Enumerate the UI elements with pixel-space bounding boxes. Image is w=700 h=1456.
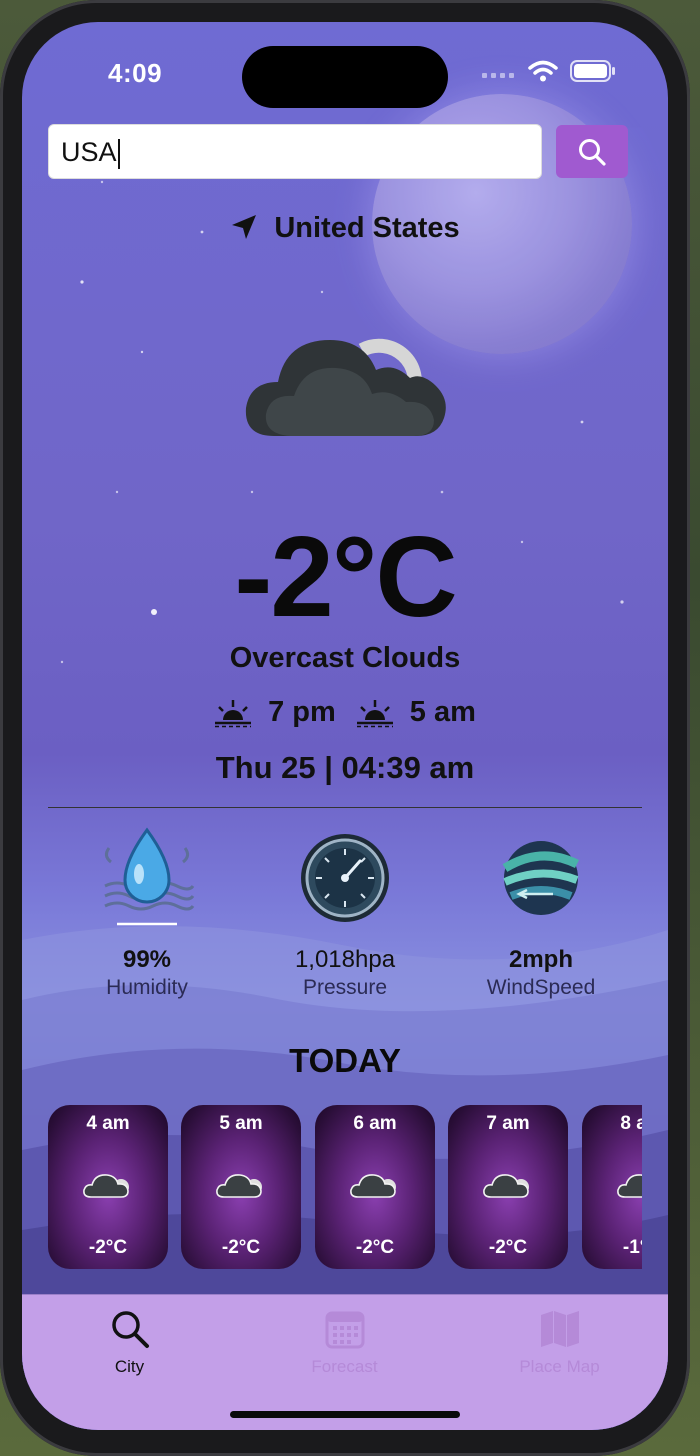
date-time: Thu 25 | 04:39 am <box>215 750 475 785</box>
cloud-icon <box>216 1174 262 1198</box>
hour-time: 8 am <box>620 1113 642 1134</box>
condition-text: Overcast Clouds <box>229 642 461 674</box>
cloud-icon <box>483 1174 529 1198</box>
hourly-card[interactable]: 8 am -1°C <box>582 1105 642 1269</box>
pressure-stat: 1,018hpa Pressure <box>250 818 440 1000</box>
humidity-label: Humidity <box>106 976 188 999</box>
pressure-gauge-icon <box>301 834 389 922</box>
cloud-icon <box>83 1174 129 1198</box>
search-icon <box>111 1311 149 1348</box>
home-indicator[interactable] <box>230 1411 460 1418</box>
sunrise-icon <box>356 699 393 727</box>
hour-time: 4 am <box>86 1113 130 1134</box>
phone-frame: 4:09 USA United States -2°C Overcast Clo… <box>0 0 690 1456</box>
temperature-value: -2°C <box>234 514 457 641</box>
tab-label: City <box>114 1357 145 1376</box>
search-icon <box>579 138 606 166</box>
hour-temp: -2°C <box>488 1237 528 1258</box>
signal-icon <box>482 73 514 78</box>
map-icon <box>540 1311 579 1347</box>
status-time: 4:09 <box>108 58 163 88</box>
tab-label: Place Map <box>519 1357 600 1376</box>
windspeed-stat: 2mph WindSpeed <box>446 818 636 1000</box>
tab-forecast[interactable]: Forecast <box>237 1307 452 1377</box>
sunset-icon <box>215 699 252 727</box>
hourly-card[interactable]: 6 am -2°C <box>315 1105 435 1269</box>
tab-label: Forecast <box>311 1357 378 1376</box>
location-name: United States <box>274 212 460 244</box>
hourly-card[interactable]: 7 am -2°C <box>448 1105 568 1269</box>
status-indicators <box>482 60 616 82</box>
humidity-value: 99% <box>122 946 172 973</box>
hour-temp: -2°C <box>355 1237 395 1258</box>
windspeed-label: WindSpeed <box>486 976 596 999</box>
cloud-icon <box>617 1174 642 1198</box>
hour-time: 5 am <box>219 1113 263 1134</box>
app-screen: 4:09 USA United States -2°C Overcast Clo… <box>22 22 668 1430</box>
hourly-card[interactable]: 5 am -2°C <box>181 1105 301 1269</box>
text-caret <box>117 138 120 169</box>
search-input-value: USA <box>61 137 117 167</box>
wind-icon <box>502 841 580 915</box>
sunrise-time: 5 am <box>409 696 476 728</box>
location-arrow-icon <box>232 215 257 239</box>
wifi-icon <box>528 60 558 82</box>
humidity-droplet-icon <box>104 827 195 926</box>
hour-time: 6 am <box>353 1113 397 1134</box>
tab-place-map[interactable]: Place Map <box>452 1307 667 1377</box>
hour-time: 7 am <box>486 1113 530 1134</box>
tab-bar: City Forecast Place Map <box>22 1294 668 1430</box>
dynamic-island <box>242 46 448 108</box>
sunset-time: 7 pm <box>268 696 336 728</box>
search-button[interactable] <box>556 125 628 178</box>
calendar-icon <box>325 1311 364 1349</box>
hour-temp: -1°C <box>622 1237 642 1258</box>
tab-city[interactable]: City <box>22 1307 237 1377</box>
location-label: United States <box>22 212 668 245</box>
sun-times: 7 pm 5 am <box>22 696 668 729</box>
windspeed-value: 2mph <box>508 946 573 973</box>
divider <box>48 807 642 808</box>
battery-icon <box>570 60 615 82</box>
hourly-forecast-scroller[interactable]: 4 am -2°C 5 am -2°C 6 am -2°C 7 am -2°C … <box>48 1105 642 1271</box>
hour-temp: -2°C <box>88 1237 128 1258</box>
overcast-clouds-icon <box>245 338 446 436</box>
hourly-card[interactable]: 4 am -2°C <box>48 1105 168 1269</box>
hour-temp: -2°C <box>221 1237 261 1258</box>
today-heading: TODAY <box>289 1042 401 1079</box>
humidity-stat: 99% Humidity <box>52 818 242 1000</box>
search-input[interactable]: USA <box>48 124 542 179</box>
pressure-label: Pressure <box>302 976 388 999</box>
cloud-icon <box>350 1174 396 1198</box>
pressure-value: 1,018hpa <box>294 946 396 973</box>
